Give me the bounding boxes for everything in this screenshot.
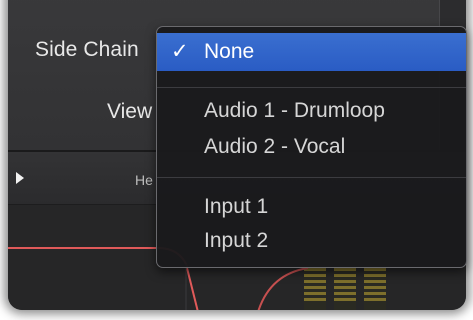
view-label: View — [107, 100, 153, 123]
menu-item-input-2[interactable]: Input 2 — [157, 224, 466, 258]
menu-item-label: Input 1 — [204, 195, 269, 218]
side-chain-dropdown-menu: ✓ None Audio 1 - Drumloop Audio 2 - Voca… — [156, 26, 467, 268]
menu-item-none[interactable]: ✓ None — [157, 33, 466, 71]
curve-rise — [257, 267, 309, 310]
menu-item-label: Audio 2 - Vocal — [204, 135, 346, 158]
menu-separator — [157, 87, 466, 88]
play-arrow-icon[interactable] — [16, 172, 24, 184]
menu-item-audio-1-drumloop[interactable]: Audio 1 - Drumloop — [157, 94, 466, 128]
checkmark-icon: ✓ — [171, 40, 189, 63]
menu-item-label: Audio 1 - Drumloop — [204, 99, 385, 122]
side-chain-label: Side Chain — [35, 38, 139, 61]
menu-item-input-1[interactable]: Input 1 — [157, 190, 466, 224]
menu-item-label: Input 2 — [204, 229, 269, 252]
menu-item-audio-2-vocal[interactable]: Audio 2 - Vocal — [157, 130, 466, 164]
menu-item-label: None — [204, 40, 255, 63]
screenshot-stage: Side Chain View He ✓ None Audio 1 - Drum… — [0, 0, 473, 320]
menu-separator — [157, 177, 466, 178]
graph-header-label: He — [135, 172, 153, 188]
